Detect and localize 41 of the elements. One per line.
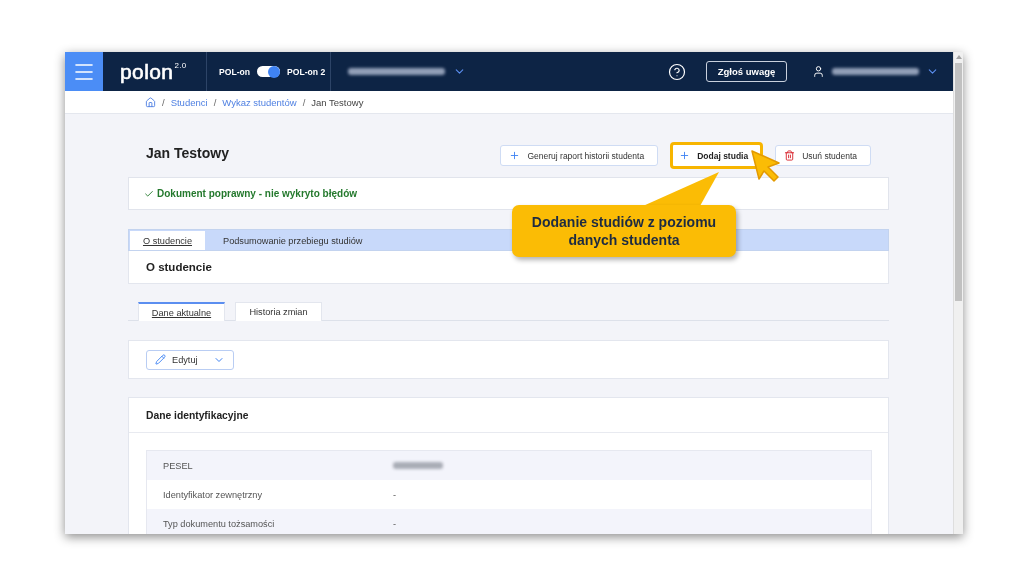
add-button[interactable]: Generuj raport historii studenta xyxy=(500,145,659,166)
card-title: Dane identyfikacyjne xyxy=(146,409,249,421)
scroll-up-arrow-icon[interactable] xyxy=(955,55,962,59)
pencil-icon xyxy=(155,354,166,365)
field-value: - xyxy=(393,518,397,529)
breadcrumb-separator: / xyxy=(162,96,165,108)
system-switch[interactable] xyxy=(257,66,281,77)
page-title: Jan Testowy xyxy=(146,144,229,161)
breadcrumb-link[interactable]: Wykaz studentów xyxy=(222,96,297,108)
section-title: O studencie xyxy=(146,261,212,273)
subtab[interactable]: Dane aktualne xyxy=(138,302,225,321)
breadcrumb-link[interactable]: Studenci xyxy=(170,96,208,108)
field-label: Identyfikator zewnętrzny xyxy=(162,489,264,500)
scrollbar-thumb[interactable] xyxy=(955,63,962,301)
user-icon xyxy=(812,65,825,78)
status-message: Dokument poprawny - nie wykryto błędów xyxy=(157,188,358,199)
edit-dropdown-button[interactable]: Edytuj xyxy=(146,349,234,370)
logo: polon$^{2.0}$ xyxy=(120,61,187,82)
field-label: PESEL xyxy=(162,460,194,471)
field-value: - xyxy=(393,489,397,500)
scrollbar-track[interactable] xyxy=(953,52,963,534)
current-page-label: Jan Testowy xyxy=(311,96,364,108)
plus-icon xyxy=(679,150,691,161)
tab[interactable]: Podsumowanie przebiegu studiów xyxy=(205,231,381,250)
subtab[interactable]: Historia zmian xyxy=(235,302,322,321)
plus-icon xyxy=(509,150,521,161)
switch-label: POL-on xyxy=(219,66,251,77)
tab[interactable]: O studencie xyxy=(130,231,205,250)
delete-button[interactable]: Usuń studenta xyxy=(775,145,871,166)
field-label: Typ dokumentu tożsamości xyxy=(162,518,276,529)
trash-icon xyxy=(784,150,796,161)
switch-label: POL-on 2 xyxy=(287,66,326,77)
breadcrumb-separator: / xyxy=(302,96,306,108)
breadcrumb-separator: / xyxy=(213,96,217,108)
check-icon xyxy=(144,188,154,199)
add-button[interactable]: Dodaj studia xyxy=(670,142,764,169)
menu-button[interactable] xyxy=(65,52,103,91)
home-icon[interactable] xyxy=(145,96,156,108)
feedback-button[interactable]: Zgłoś uwagę xyxy=(706,61,787,82)
help-icon[interactable] xyxy=(668,62,686,81)
cursor-arrow-icon xyxy=(751,150,781,182)
